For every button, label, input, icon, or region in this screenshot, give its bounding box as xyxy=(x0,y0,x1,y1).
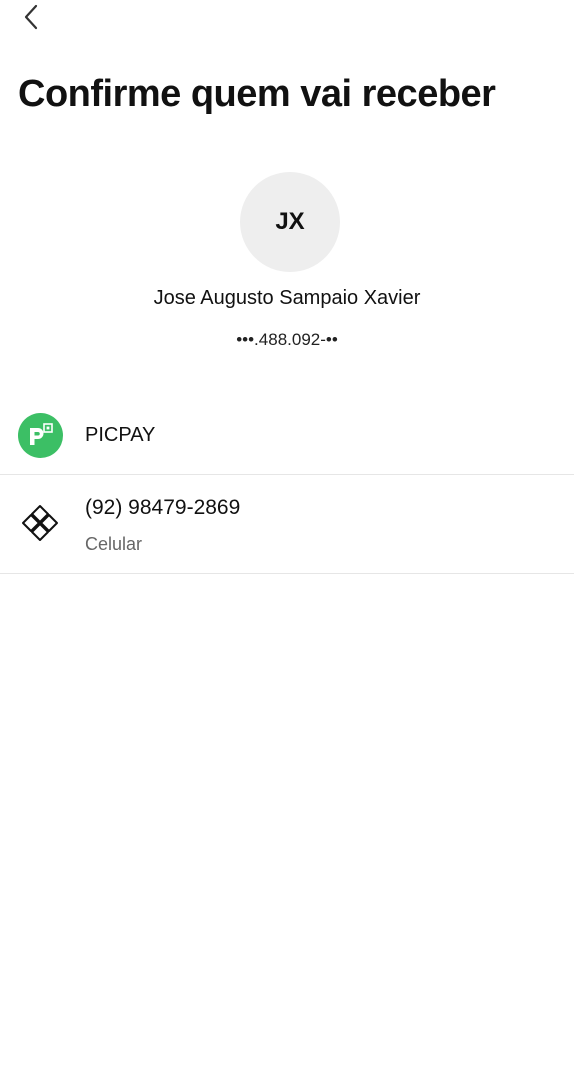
pix-icon xyxy=(20,503,60,543)
avatar-initials: JX xyxy=(275,208,305,235)
page-title: Confirme quem vai receber xyxy=(18,73,496,115)
bank-name: PICPAY xyxy=(85,424,156,446)
pix-key-row: (92) 98479-2869 Celular xyxy=(0,475,574,574)
recipient-document: •••.488.092-•• xyxy=(236,330,338,349)
recipient-name: Jose Augusto Sampaio Xavier xyxy=(153,287,421,309)
chevron-left-icon xyxy=(22,3,40,36)
avatar: JX xyxy=(240,172,340,272)
pix-key-value: (92) 98479-2869 xyxy=(85,496,241,519)
picpay-logo-icon xyxy=(18,413,63,458)
bank-row: PICPAY xyxy=(0,396,574,475)
pix-key-type: Celular xyxy=(85,534,143,554)
back-button[interactable] xyxy=(14,2,48,36)
